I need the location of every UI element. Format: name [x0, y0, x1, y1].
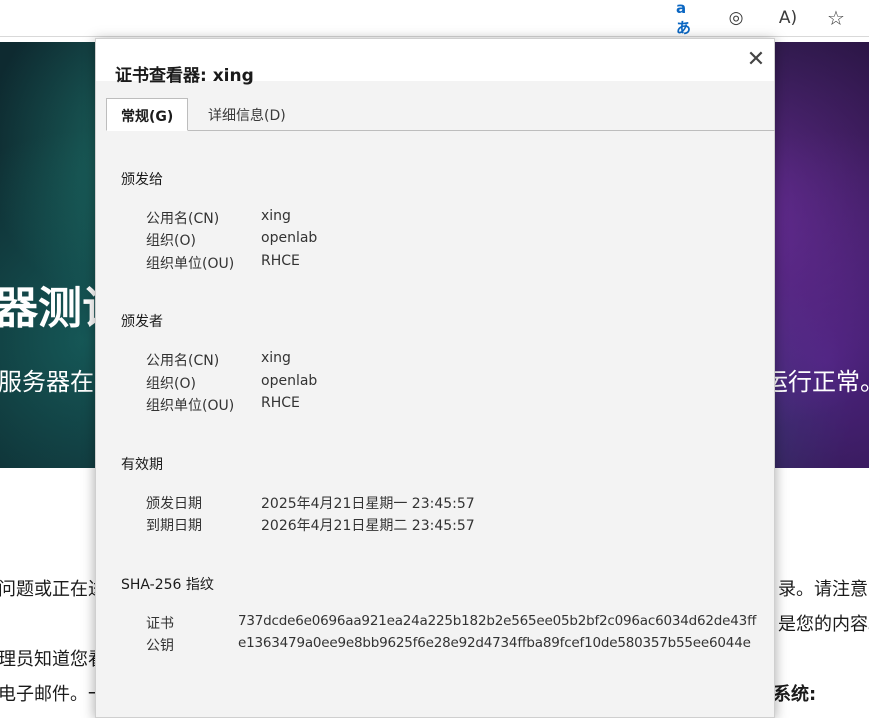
issued-by-o-value: openlab [261, 373, 318, 389]
page-text-line: 问题或正在进 [0, 579, 106, 600]
immersive-reader-icon[interactable]: aあ [676, 0, 700, 37]
tab-details[interactable]: 详细信息(D) [194, 98, 300, 130]
issued-by-cn-label: 公用名(CN) [146, 353, 220, 369]
cert-fingerprint-label: 证书 [146, 616, 174, 632]
pubkey-fingerprint-value: e1363479a0ee9e8bb9625f6e28e92d4734ffba89… [238, 635, 751, 651]
tab-bar: 常规(G) 详细信息(D) [106, 98, 775, 131]
issued-to-o-label: 组织(O) [146, 233, 196, 249]
page-text-line: 系统: [773, 684, 817, 705]
browser-toolbar: aあ ◎ A) ☆ [0, 0, 869, 37]
edge-icon[interactable]: ◎ [724, 6, 748, 30]
section-sha256-fingerprint: SHA-256 指纹 [121, 577, 214, 593]
tab-general[interactable]: 常规(G) [106, 98, 189, 131]
issued-to-ou-value: RHCE [261, 253, 300, 269]
section-validity: 有效期 [121, 457, 163, 473]
cert-fingerprint-value: 737dcde6e0696aa921ea24a225b182b2e565ee05… [238, 613, 757, 629]
expiry-date-label: 到期日期 [146, 518, 202, 534]
page-text-line: 是您的内容。 [778, 614, 869, 635]
issued-to-ou-label: 组织单位(OU) [146, 256, 235, 272]
issued-by-cn-value: xing [261, 350, 291, 366]
issue-date-label: 颁发日期 [146, 496, 202, 512]
section-issued-by: 颁发者 [121, 314, 163, 330]
hero-subtitle-right: 运行正常。 [764, 368, 869, 396]
issue-date-value: 2025年4月21日星期一 23:45:57 [261, 496, 475, 512]
expiry-date-value: 2026年4月21日星期二 23:45:57 [261, 518, 475, 534]
certificate-viewer-dialog: 证书查看器: xing ✕ 常规(G) 详细信息(D) 颁发给 公用名(CN) … [95, 38, 775, 718]
read-aloud-icon[interactable]: A) [776, 6, 800, 30]
page-text-line: 电子邮件。一 [0, 684, 106, 705]
favorite-star-icon[interactable]: ☆ [824, 6, 848, 30]
section-issued-to: 颁发给 [121, 172, 163, 188]
page-text-line: 录。请注意 [778, 579, 868, 600]
page-text-line: 理员知道您看 [0, 649, 106, 670]
issued-by-ou-value: RHCE [261, 395, 300, 411]
dialog-header: 证书查看器: xing ✕ [96, 39, 774, 86]
pubkey-fingerprint-label: 公钥 [146, 638, 174, 654]
issued-to-cn-value: xing [261, 208, 291, 224]
issued-to-o-value: openlab [261, 230, 318, 246]
issued-to-cn-label: 公用名(CN) [146, 211, 220, 227]
issued-by-o-label: 组织(O) [146, 376, 196, 392]
issued-by-ou-label: 组织单位(OU) [146, 398, 235, 414]
close-icon[interactable]: ✕ [744, 47, 768, 72]
dialog-title: 证书查看器: xing [115, 66, 254, 86]
